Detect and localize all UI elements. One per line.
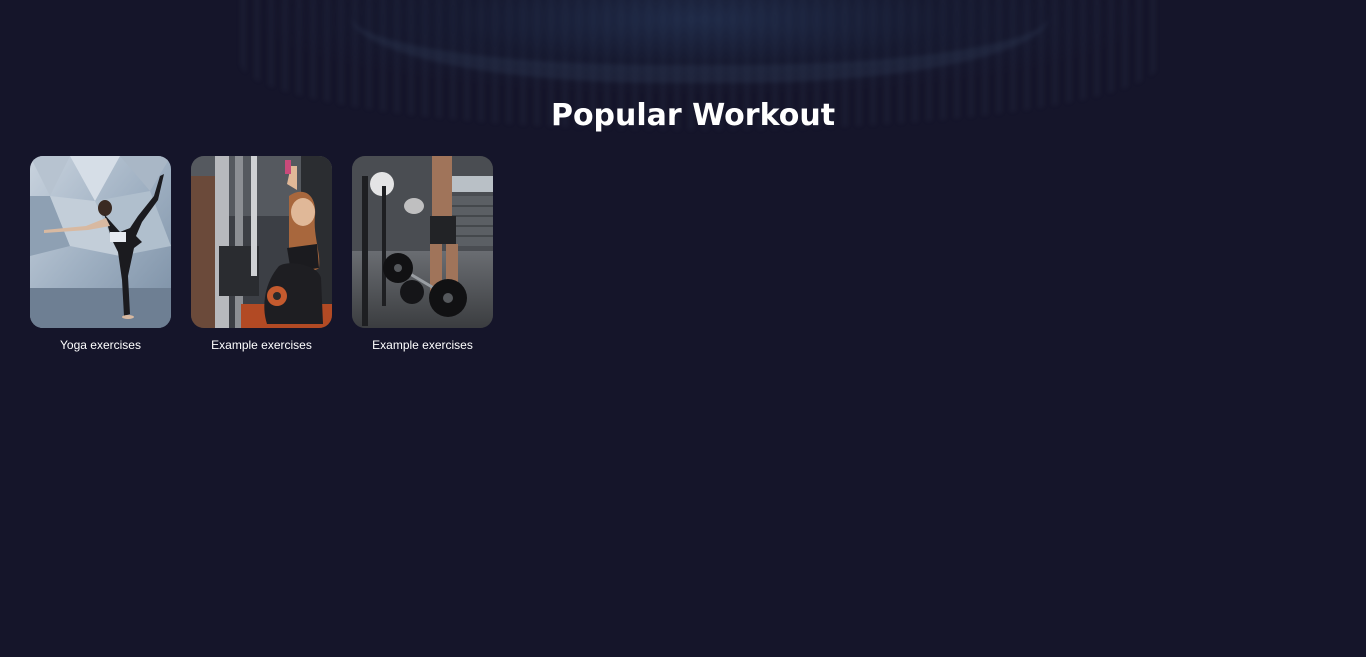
workout-label: Example exercises — [372, 338, 473, 352]
workout-card-list: Yoga exercises Example exercises Example… — [30, 156, 493, 352]
page: Popular Workout Yoga exercises Example e… — [0, 0, 1366, 657]
workout-image-yoga[interactable] — [30, 156, 171, 328]
section-title: Popular Workout — [550, 98, 836, 133]
workout-label: Example exercises — [211, 338, 312, 352]
workout-card[interactable]: Example exercises — [191, 156, 332, 352]
workout-image-barbell[interactable] — [352, 156, 493, 328]
workout-image-cable-machine[interactable] — [191, 156, 332, 328]
workout-label: Yoga exercises — [60, 338, 141, 352]
workout-card[interactable]: Yoga exercises — [30, 156, 171, 352]
workout-card[interactable]: Example exercises — [352, 156, 493, 352]
